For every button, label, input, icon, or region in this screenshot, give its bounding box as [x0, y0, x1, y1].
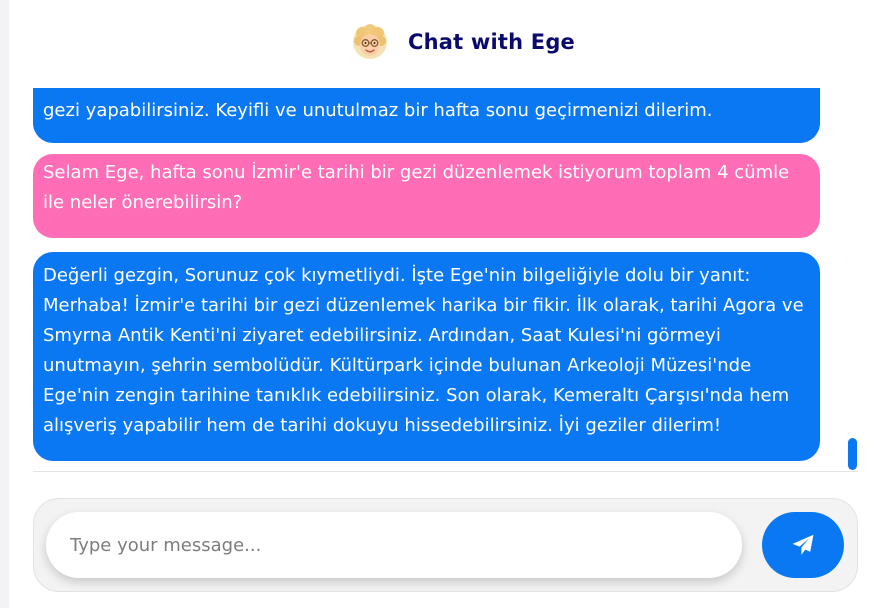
window-edge — [0, 0, 9, 608]
message-composer — [33, 498, 858, 592]
chat-header: Chat with Ege — [0, 0, 874, 88]
message-text: Selam Ege, hafta sonu İzmir'e tarihi bir… — [43, 162, 790, 213]
chat-header-inner: Chat with Ege — [352, 24, 575, 60]
bot-message: Değerli gezgin, Sorunuz çok kıymetliydi.… — [33, 252, 820, 461]
message-text: gezi yapabilirsiniz. Keyifli ve unutulma… — [43, 100, 713, 121]
chat-title: Chat with Ege — [408, 30, 576, 54]
memoji-avatar-icon — [353, 24, 387, 59]
message-input[interactable] — [46, 512, 742, 578]
bot-message: gezi yapabilirsiniz. Keyifli ve unutulma… — [33, 88, 820, 143]
paper-plane-icon — [792, 534, 814, 555]
send-button[interactable] — [762, 512, 844, 578]
message-list-scrollbar[interactable] — [848, 438, 857, 470]
message-list[interactable]: gezi yapabilirsiniz. Keyifli ve unutulma… — [33, 88, 858, 472]
user-message: Selam Ege, hafta sonu İzmir'e tarihi bir… — [33, 154, 820, 238]
message-text: Değerli gezgin, Sorunuz çok kıymetliydi.… — [43, 265, 804, 436]
